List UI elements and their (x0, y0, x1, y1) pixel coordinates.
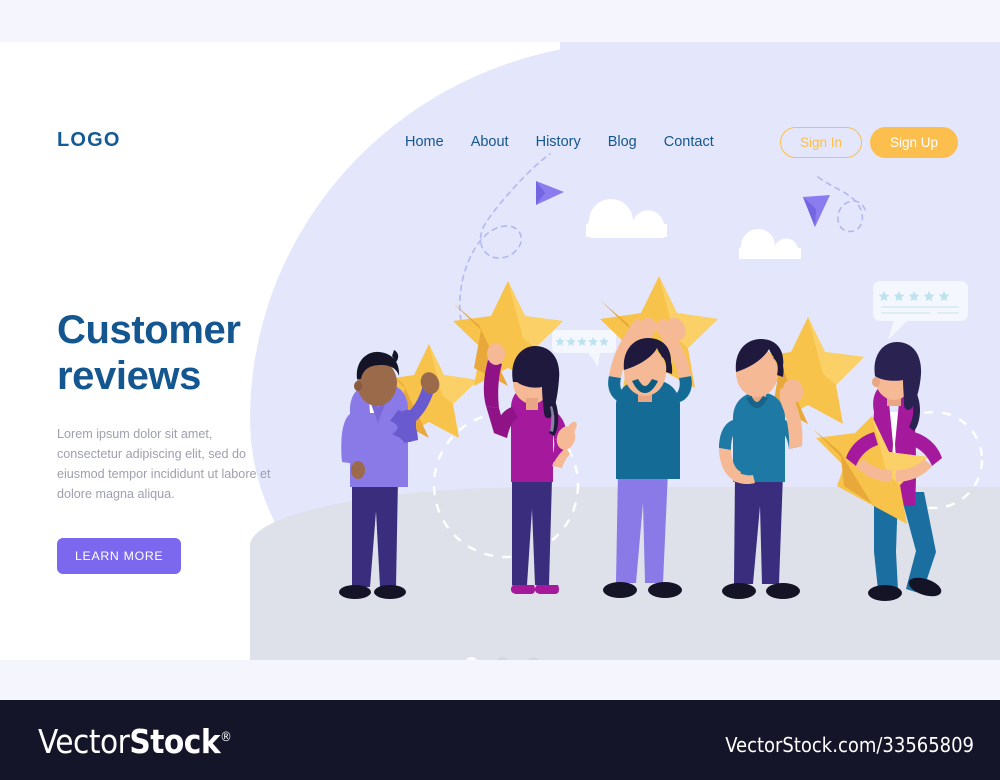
nav-item-about[interactable]: About (471, 134, 509, 150)
person-man-purple-cardigan (339, 344, 478, 599)
carousel-dots (465, 657, 540, 660)
nav-item-history[interactable]: History (536, 134, 581, 150)
paper-plane-icon-right (803, 195, 830, 227)
review-bubble-large (873, 281, 968, 340)
nav-item-home[interactable]: Home (405, 134, 444, 150)
carousel-dot-2[interactable] (496, 657, 509, 660)
main-navigation: Home About History Blog Contact (405, 134, 714, 150)
page-title: Customer reviews (57, 308, 327, 399)
landing-page-card: LOGO Home About History Blog Contact Sig… (0, 42, 1000, 660)
registered-mark-icon: ® (220, 730, 232, 745)
cloud-icon-1 (586, 199, 667, 238)
nav-item-blog[interactable]: Blog (608, 134, 637, 150)
sign-up-button[interactable]: Sign Up (869, 127, 958, 158)
review-bubble-small (552, 330, 616, 367)
paper-plane-icon-left (536, 181, 564, 205)
hero-text-block: Customer reviews Lorem ipsum dolor sit a… (57, 308, 327, 574)
vectorstock-wordmark: VectorStock® (38, 722, 232, 761)
hero-subtitle: Lorem ipsum dolor sit amet, consectetur … (57, 427, 271, 501)
person-man-teal-shirt (600, 276, 718, 598)
auth-button-group: Sign In Sign Up (779, 127, 958, 158)
carousel-dot-1[interactable] (465, 657, 478, 660)
page-title-line-2: reviews (57, 353, 201, 398)
nav-item-contact[interactable]: Contact (664, 134, 714, 150)
learn-more-button[interactable]: LEARN MORE (57, 537, 182, 574)
sign-in-button[interactable]: Sign In (779, 127, 862, 158)
carousel-dot-3[interactable] (527, 657, 540, 660)
site-header: LOGO Home About History Blog Contact Sig… (0, 84, 1000, 164)
vectorstock-url: VectorStock.com/33565809 (725, 733, 974, 757)
cloud-icon-2 (739, 229, 801, 259)
vectorstock-footer: VectorStock® VectorStock.com/33565809 (0, 700, 1000, 780)
wordmark-vector: Vector (38, 722, 130, 761)
wordmark-stock: Stock (129, 722, 221, 761)
site-logo[interactable]: LOGO (57, 129, 121, 152)
page-title-line-1: Customer (57, 308, 241, 352)
